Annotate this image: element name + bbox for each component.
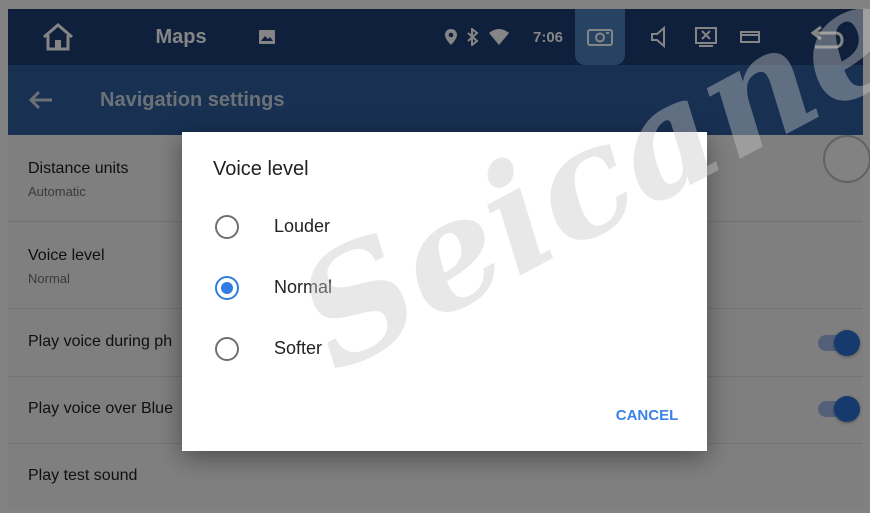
- option-label: Normal: [274, 277, 333, 297]
- option-softer[interactable]: Softer: [182, 322, 707, 376]
- option-normal[interactable]: Normal: [182, 261, 707, 315]
- option-label: Softer: [274, 338, 323, 358]
- radio-button-selected[interactable]: [215, 276, 239, 300]
- radio-button[interactable]: [215, 215, 239, 239]
- radio-button[interactable]: [215, 337, 239, 361]
- screen: Maps 7:06 Navigation settings Distance u…: [0, 0, 870, 513]
- voice-level-dialog: Voice level Louder Normal Softer CANCEL: [182, 132, 707, 451]
- dialog-title: Voice level: [213, 158, 309, 180]
- option-label: Louder: [274, 216, 331, 236]
- option-louder[interactable]: Louder: [182, 200, 707, 254]
- cancel-button[interactable]: CANCEL: [602, 400, 692, 432]
